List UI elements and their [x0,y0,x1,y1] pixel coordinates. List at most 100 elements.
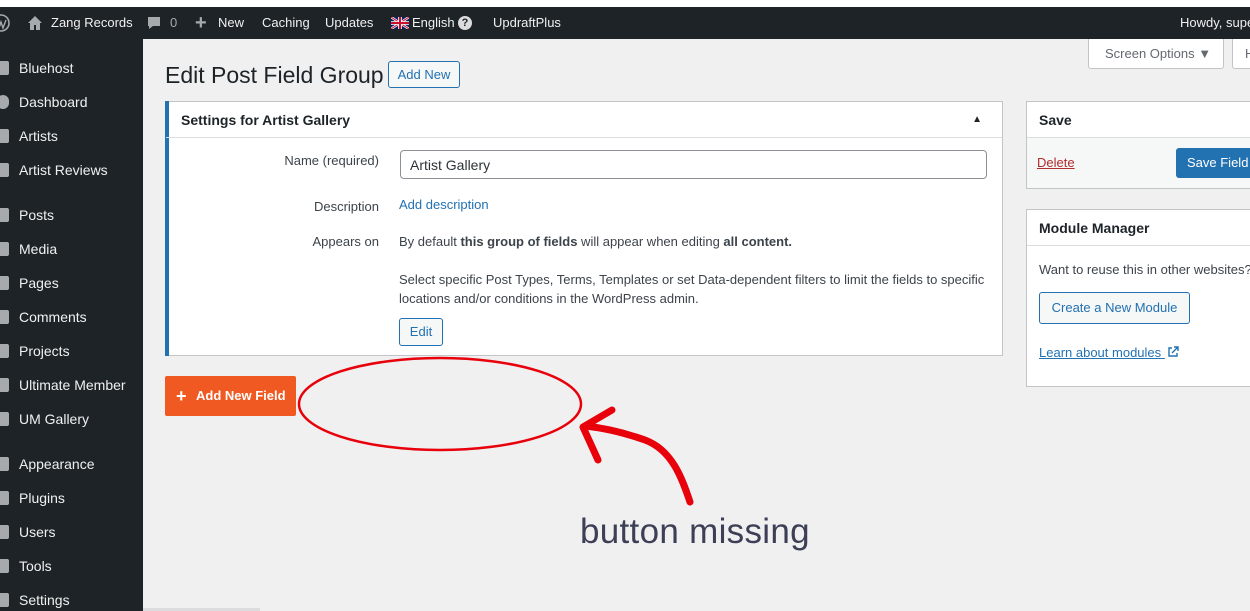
save-panel-title: Save [1027,102,1250,138]
admin-bar: Zang Records 0 + New Caching Updates Eng… [0,7,1250,39]
language-menu[interactable]: English [412,7,455,39]
grid-icon [0,61,9,75]
sidebar-item-media[interactable]: Media [0,232,143,266]
sidebar-item-ultimate-member[interactable]: Ultimate Member [0,368,143,402]
comment-icon [148,17,160,29]
settings-panel-header[interactable]: Settings for Artist Gallery ▲ [166,102,1002,138]
page-icon [0,276,9,290]
user-icon [0,412,9,426]
sidebar-item-artist-reviews[interactable]: Artist Reviews [0,153,143,187]
external-link-icon [1168,346,1179,357]
settings-panel-title: Settings for Artist Gallery [181,112,351,128]
sidebar-item-label: Artists [19,128,58,144]
add-new-field-button[interactable]: + Add New Field [165,376,296,416]
name-label: Name (required) [284,153,379,168]
sidebar-item-label: Artist Reviews [19,162,108,178]
save-panel: Save Delete Save Field G [1026,101,1250,189]
uk-flag-icon [391,17,409,29]
sidebar-item-label: Settings [19,592,70,608]
wrench-icon [0,559,9,573]
plus-icon: + [176,386,187,406]
sidebar-item-plugins[interactable]: Plugins [0,481,143,515]
users-icon [0,525,9,539]
create-new-module-button[interactable]: Create a New Module [1039,292,1190,324]
sidebar-item-dashboard[interactable]: Dashboard [0,85,143,119]
site-name-link[interactable]: Zang Records [51,7,133,39]
home-icon [28,16,42,30]
edit-button[interactable]: Edit [399,318,443,346]
module-manager-panel: Module Manager Want to reuse this in oth… [1026,209,1250,387]
plus-icon: + [195,12,207,34]
sidebar-item-label: Projects [19,343,70,359]
sidebar-item-label: Dashboard [19,94,88,110]
sidebar-item-label: Tools [19,558,52,574]
sidebar-item-artists[interactable]: Artists [0,119,143,153]
sidebar-item-label: Ultimate Member [19,377,126,393]
add-description-link[interactable]: Add description [399,197,489,212]
sidebar-item-label: Pages [19,275,59,291]
sidebar-item-tools[interactable]: Tools [0,549,143,583]
updates-menu[interactable]: Updates [325,7,373,39]
sidebar-item-label: Appearance [19,456,95,472]
page-title: Edit Post Field Group [165,62,384,88]
learn-about-modules-link[interactable]: Learn about modules [1039,345,1179,360]
appears-on-label: Appears on [312,234,380,249]
brush-icon [0,457,9,471]
pin-icon [0,344,9,358]
delete-link[interactable]: Delete [1037,155,1075,170]
appears-text-bold-content: all content. [723,234,793,249]
sidebar-item-um-gallery[interactable]: UM Gallery [0,402,143,436]
help-tab-button[interactable]: H [1232,39,1250,69]
sidebar-item-label: Media [19,241,58,257]
module-question-text: Want to reuse this in other websites? [1039,262,1250,277]
sidebar-item-label: Comments [19,309,87,325]
admin-sidebar: Bluehost Dashboard Artists Artist Review… [0,39,143,611]
sidebar-item-comments[interactable]: Comments [0,300,143,334]
updraftplus-menu[interactable]: UpdraftPlus [493,7,561,39]
panel-accent-bar [165,101,169,356]
sidebar-item-label: Bluehost [19,60,74,76]
sidebar-item-users[interactable]: Users [0,515,143,549]
sidebar-item-bluehost[interactable]: Bluehost [0,51,143,85]
annotation-text: button missing [580,512,810,551]
screen-options-button[interactable]: Screen Options ▼ [1088,39,1224,69]
appears-text-pre: By default [399,234,461,249]
sidebar-item-posts[interactable]: Posts [0,198,143,232]
comments-count[interactable]: 0 [170,7,177,39]
collapse-arrow-icon[interactable]: ▲ [972,102,982,138]
settings-icon [0,593,9,607]
save-actions: Delete Save Field G [1027,138,1250,188]
pin-icon [0,208,9,222]
module-manager-title: Module Manager [1027,210,1250,246]
user-icon [0,129,9,143]
media-icon [0,242,9,256]
appears-text-mid: will appear when editing [577,234,724,249]
top-strip [0,0,1250,7]
settings-panel: Settings for Artist Gallery ▲ Name (requ… [165,101,1003,356]
new-menu[interactable]: New [218,7,244,39]
help-icon[interactable]: ? [458,16,472,30]
appears-text-bold-group: this group of fields [460,234,578,249]
appears-on-text: By default this group of fields will app… [399,232,989,251]
plugin-icon [0,491,9,505]
sidebar-item-appearance[interactable]: Appearance [0,447,143,481]
sidebar-item-settings[interactable]: Settings [0,583,143,611]
sidebar-item-label: Plugins [19,490,65,506]
sidebar-item-pages[interactable]: Pages [0,266,143,300]
dashboard-icon [0,95,9,109]
add-new-field-label: Add New Field [196,388,286,403]
name-field[interactable] [400,150,987,179]
comment-icon [0,310,9,324]
sidebar-item-label: UM Gallery [19,411,90,427]
howdy-user-menu[interactable]: Howdy, supe [1180,7,1250,39]
save-field-group-button[interactable]: Save Field G [1176,148,1250,178]
sidebar-item-label: Posts [19,207,55,223]
description-label: Description [313,199,379,214]
sidebar-item-projects[interactable]: Projects [0,334,143,368]
wordpress-logo-icon[interactable] [0,14,10,32]
add-new-button[interactable]: Add New [388,61,460,88]
sidebar-item-label: Users [19,524,56,540]
thumbtack-icon [0,163,9,177]
caching-menu[interactable]: Caching [262,7,310,39]
learn-link-label: Learn about modules [1039,345,1162,360]
